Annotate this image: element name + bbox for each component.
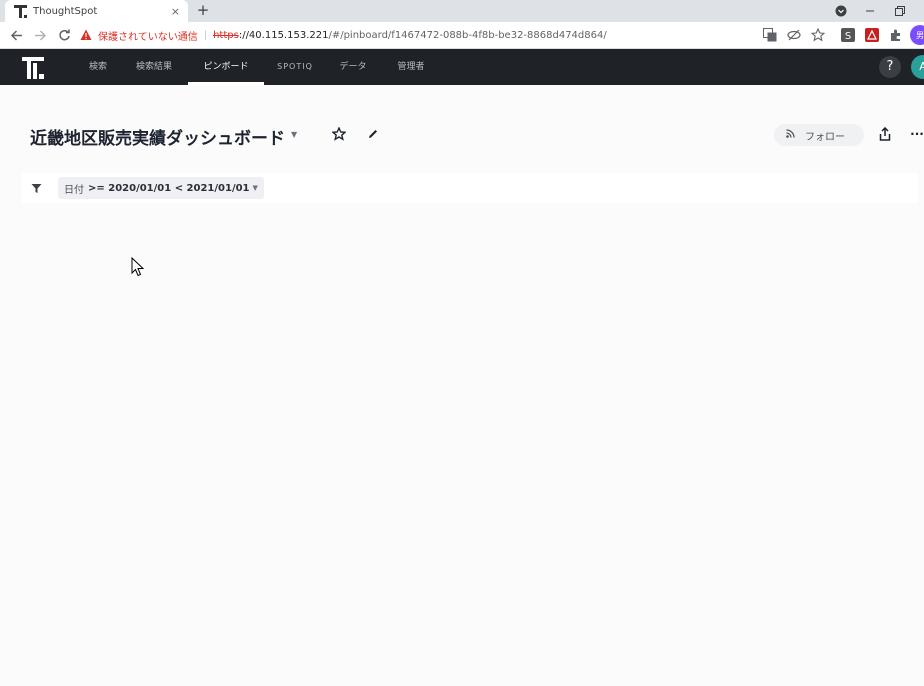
mouse-cursor-icon bbox=[131, 256, 145, 277]
translate-icon[interactable] bbox=[762, 27, 778, 43]
browser-toolbar: 保護されていない通信 | https ://40.115.153.221 /#/… bbox=[0, 22, 924, 49]
new-tab-button[interactable]: + bbox=[194, 1, 212, 19]
share-icon[interactable] bbox=[876, 125, 894, 143]
url-scheme: https bbox=[213, 29, 239, 41]
security-warning-label[interactable]: 保護されていない通信 bbox=[98, 28, 198, 43]
bookmark-star-icon[interactable] bbox=[810, 27, 826, 43]
filter-bar: 日付 >= 2020/01/01 < 2021/01/01 ▼ bbox=[22, 173, 918, 203]
nav-item-admin[interactable]: 管理者 bbox=[386, 49, 436, 85]
nav-item-search[interactable]: 検索 bbox=[80, 49, 116, 85]
profile-menu-icon[interactable] bbox=[832, 0, 850, 22]
address-bar[interactable]: 保護されていない通信 | https ://40.115.153.221 /#/… bbox=[80, 24, 840, 46]
user-avatar[interactable]: A bbox=[911, 55, 924, 79]
filter-funnel-icon[interactable] bbox=[24, 176, 48, 200]
nav-item-pinboards[interactable]: ピンボード bbox=[188, 49, 264, 85]
svg-text:S: S bbox=[845, 31, 851, 42]
help-button[interactable]: ? bbox=[879, 56, 901, 78]
url-path: /#/pinboard/f1467472-088b-4f8b-be32-8868… bbox=[328, 29, 607, 41]
url-host: ://40.115.153.221 bbox=[238, 29, 329, 41]
edit-pencil-icon[interactable] bbox=[364, 125, 382, 143]
follow-rss-icon bbox=[786, 129, 795, 141]
filter-value-label: >= 2020/01/01 < 2021/01/01 bbox=[88, 182, 250, 194]
tracking-blocked-icon[interactable] bbox=[786, 27, 802, 43]
pinboard-title-row: 近畿地区販売実績ダッシュボード ▼ bbox=[30, 124, 297, 149]
minimize-window-button[interactable] bbox=[860, 0, 880, 22]
restore-window-button[interactable] bbox=[890, 0, 910, 22]
nav-item-spotiq[interactable]: SPOTIQ bbox=[270, 49, 320, 85]
nav-item-data[interactable]: データ bbox=[330, 49, 376, 85]
tab-title: ThoughtSpot bbox=[33, 5, 98, 17]
pinboard-page: 近畿地区販売実績ダッシュボード ▼ フォロー ··· 日付 >= 2020/01… bbox=[0, 85, 924, 686]
pdf-extension-icon[interactable] bbox=[864, 27, 880, 43]
follow-label: フォロー bbox=[805, 131, 845, 143]
forward-arrow-icon[interactable] bbox=[30, 25, 50, 45]
filter-field-label: 日付 bbox=[64, 184, 84, 196]
browser-tab[interactable]: ThoughtSpot × bbox=[5, 0, 188, 22]
extension-s-icon[interactable]: S bbox=[840, 27, 856, 43]
back-arrow-icon[interactable] bbox=[6, 25, 26, 45]
filter-chevron-down-icon[interactable]: ▼ bbox=[253, 184, 258, 192]
page-title[interactable]: 近畿地区販売実績ダッシュボード bbox=[30, 124, 285, 149]
reload-icon[interactable] bbox=[54, 25, 74, 45]
nav-item-answers[interactable]: 検索結果 bbox=[124, 49, 184, 85]
extensions-puzzle-icon[interactable] bbox=[888, 27, 904, 43]
browser-tabstrip: ThoughtSpot × + bbox=[0, 0, 924, 22]
profile-avatar[interactable]: 男 bbox=[910, 25, 924, 45]
app-navigation-bar: 検索 検索結果 ピンボード SPOTIQ データ 管理者 ? A bbox=[0, 49, 924, 85]
more-options-icon[interactable]: ··· bbox=[906, 125, 924, 143]
thoughtspot-logo-icon[interactable] bbox=[22, 57, 44, 79]
thoughtspot-favicon-icon bbox=[13, 4, 27, 18]
favorite-star-icon[interactable] bbox=[330, 125, 348, 143]
warning-icon bbox=[80, 29, 92, 41]
title-dropdown-chevron-icon[interactable]: ▼ bbox=[291, 130, 297, 139]
follow-button[interactable]: フォロー bbox=[774, 124, 864, 146]
tab-close-icon[interactable]: × bbox=[171, 5, 180, 18]
date-filter-chip[interactable]: 日付 >= 2020/01/01 < 2021/01/01 ▼ bbox=[58, 177, 264, 199]
